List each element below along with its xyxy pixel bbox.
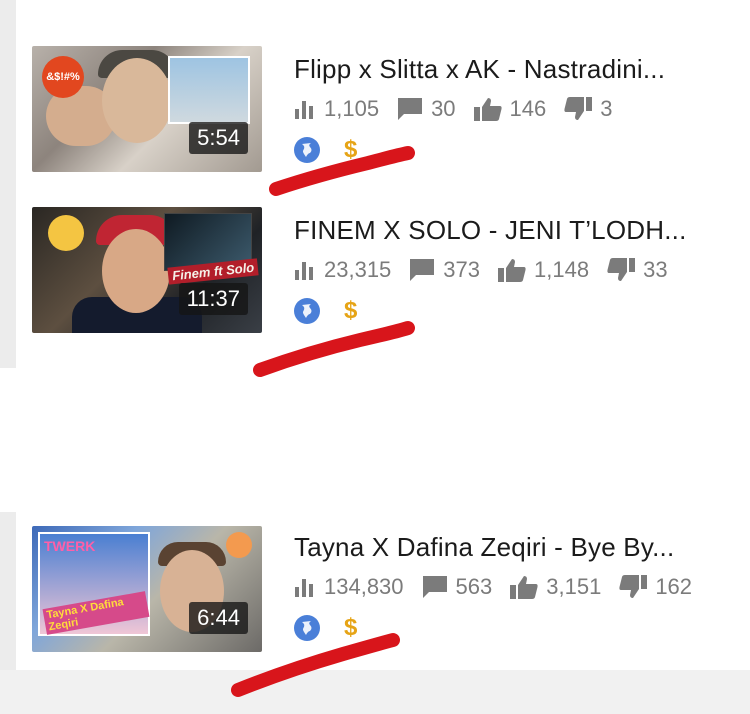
thumbnail-caption-text: Tayna X Dafina Zeqiri <box>42 591 150 635</box>
views-count: 1,105 <box>324 96 380 121</box>
comment-icon <box>422 576 447 598</box>
empty-gap <box>0 670 750 714</box>
dislikes-stat: 162 <box>619 574 692 600</box>
video-stats: 134,830 563 3,151 162 <box>294 574 710 600</box>
globe-icon <box>294 298 320 324</box>
dollar-icon: $ <box>344 136 358 163</box>
likes-count: 146 <box>509 96 547 121</box>
video-stats: 1,105 30 146 3 <box>294 96 631 122</box>
video-thumbnail[interactable]: Finem ft Solo 11:37 <box>32 207 262 333</box>
empty-gap <box>0 368 750 512</box>
video-title[interactable]: Flipp x Slitta x AK - Nastradini... <box>294 54 665 85</box>
video-duration: 5:54 <box>189 122 248 154</box>
comment-icon <box>410 259 435 281</box>
video-row-3[interactable]: TWERK Tayna X Dafina Zeqiri 6:44 Tayna X… <box>0 512 750 670</box>
thumbnail-inset-image <box>168 56 250 124</box>
globe-icon <box>294 615 320 641</box>
dollar-icon: $ <box>344 614 358 641</box>
globe-icon <box>294 137 320 163</box>
comment-icon <box>398 98 423 120</box>
dollar-icon: $ <box>344 297 358 324</box>
thumbs-up-icon <box>498 259 526 282</box>
video-duration: 11:37 <box>178 283 248 315</box>
comments-count: 563 <box>455 574 493 599</box>
bar-chart-icon <box>295 101 313 119</box>
dislikes-count: 3 <box>600 96 613 121</box>
thumbnail-inset-image: TWERK Tayna X Dafina Zeqiri <box>38 532 150 636</box>
likes-stat: 146 <box>473 96 547 122</box>
video-duration: 6:44 <box>189 602 248 634</box>
video-stats: 23,315 373 1,148 33 <box>294 257 686 283</box>
views-stat: 23,315 <box>294 257 391 283</box>
thumbs-up-icon <box>473 98 502 121</box>
likes-count: 1,148 <box>534 257 590 282</box>
video-thumbnail[interactable]: &$!#% 5:54 <box>32 46 262 172</box>
thumbnail-face <box>102 229 170 313</box>
video-meta: $ <box>294 614 357 642</box>
comments-stat: 373 <box>409 257 480 283</box>
comments-count: 373 <box>443 257 481 282</box>
comments-stat: 30 <box>397 96 456 122</box>
views-stat: 134,830 <box>294 574 404 600</box>
video-meta: $ <box>294 136 357 164</box>
likes-count: 3,151 <box>546 574 602 599</box>
dislikes-count: 33 <box>643 257 668 282</box>
bar-chart-icon <box>295 579 313 597</box>
likes-stat: 3,151 <box>510 574 601 600</box>
likes-stat: 1,148 <box>498 257 589 283</box>
thumbnail-face <box>102 58 172 143</box>
thumbnail-tag-text: TWERK <box>44 538 96 554</box>
thumbs-down-icon <box>564 97 593 120</box>
angry-emoji-icon: &$!#% <box>42 56 84 98</box>
bar-chart-icon <box>295 262 313 280</box>
views-count: 23,315 <box>324 257 392 282</box>
video-title[interactable]: FINEM X SOLO - JENI T’LODH... <box>294 215 687 246</box>
views-count: 134,830 <box>324 574 404 599</box>
peach-emoji-icon <box>226 532 252 558</box>
dislikes-stat: 33 <box>607 257 668 283</box>
comments-stat: 563 <box>422 574 493 600</box>
mind-blown-emoji-icon <box>48 215 84 251</box>
comments-count: 30 <box>431 96 456 121</box>
views-stat: 1,105 <box>294 96 379 122</box>
video-title[interactable]: Tayna X Dafina Zeqiri - Bye By... <box>294 532 674 563</box>
video-thumbnail[interactable]: TWERK Tayna X Dafina Zeqiri 6:44 <box>32 526 262 652</box>
dislikes-count: 162 <box>655 574 693 599</box>
thumbs-up-icon <box>510 576 538 599</box>
dislikes-stat: 3 <box>564 96 613 122</box>
video-row-2[interactable]: Finem ft Solo 11:37 FINEM X SOLO - JENI … <box>0 205 750 368</box>
video-meta: $ <box>294 297 357 325</box>
thumbs-down-icon <box>607 258 636 281</box>
video-row-1[interactable]: &$!#% 5:54 Flipp x Slitta x AK - Nastrad… <box>0 0 750 205</box>
thumbs-down-icon <box>619 575 648 598</box>
